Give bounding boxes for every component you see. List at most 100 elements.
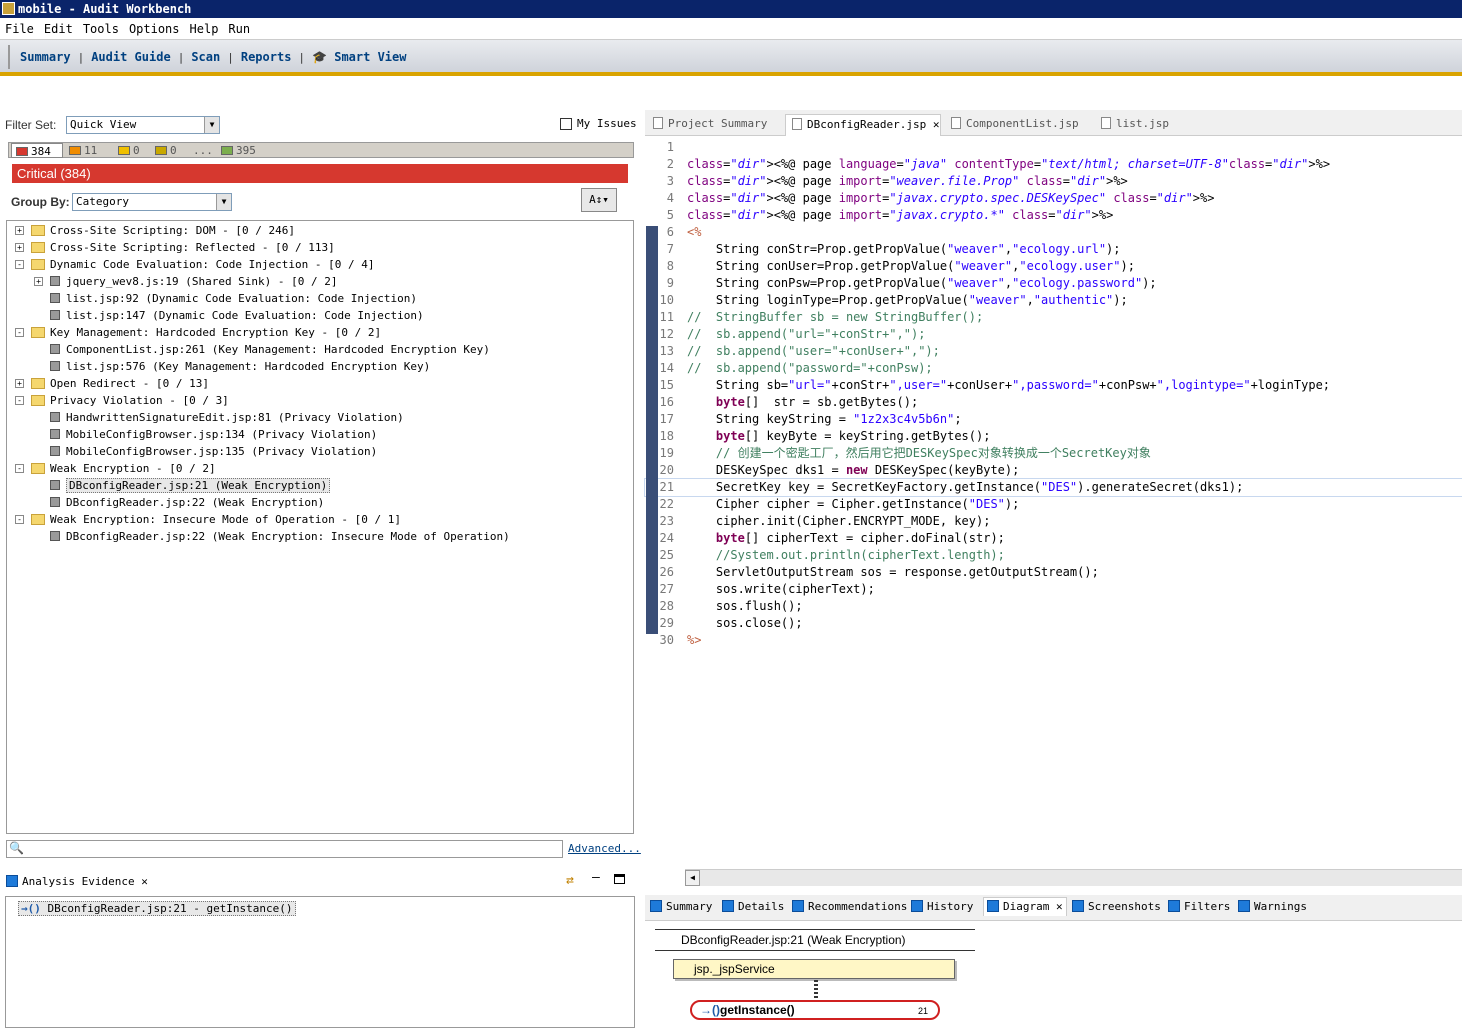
diagram-call-node[interactable]: →() getInstance() 21	[690, 1000, 940, 1020]
close-icon[interactable]: ✕	[933, 118, 940, 131]
code-text: DESKeySpec dks1 = new DESKeySpec(keyByte…	[687, 463, 1020, 477]
evidence-item[interactable]: →() DBconfigReader.jsp:21 - getInstance(…	[18, 901, 296, 916]
menu-file[interactable]: File	[0, 18, 39, 40]
tab-screenshots[interactable]: Screenshots	[1072, 898, 1161, 916]
tab-recommendations[interactable]: Recommendations	[792, 898, 907, 916]
group-by-select[interactable]: Category ▼	[72, 193, 232, 211]
nav-smart-view[interactable]: 🎓 Smart View	[308, 50, 410, 64]
code-line: 22 Cipher cipher = Cipher.getInstance("D…	[645, 496, 1462, 513]
tree-category[interactable]: + Cross-Site Scripting: Reflected - [0 / …	[15, 239, 335, 256]
diagram-call-label: getInstance()	[720, 1003, 795, 1017]
menu-options[interactable]: Options	[124, 18, 185, 40]
tab-filters[interactable]: Filters	[1168, 898, 1230, 916]
tab-summary[interactable]: Summary	[650, 898, 712, 916]
tree-issue[interactable]: DBconfigReader.jsp:22 (Weak Encryption: …	[50, 528, 510, 545]
tree-issue[interactable]: list.jsp:147 (Dynamic Code Evaluation: C…	[50, 307, 424, 324]
tree-label: Privacy Violation - [0 / 3]	[50, 394, 229, 407]
close-icon[interactable]: ✕	[141, 875, 148, 888]
menu-run[interactable]: Run	[223, 18, 255, 40]
code-line: 29 sos.close();	[645, 615, 1462, 632]
search-input[interactable]: 🔍	[6, 840, 563, 858]
tree-label: Key Management: Hardcoded Encryption Key…	[50, 326, 382, 339]
tree-issue[interactable]: MobileConfigBrowser.jsp:134 (Privacy Vio…	[50, 426, 377, 443]
collapse-icon[interactable]: -	[15, 464, 24, 473]
nav-reports[interactable]: Reports	[237, 50, 296, 64]
maximize-icon[interactable]	[614, 874, 625, 884]
code-line: 8 String conUser=Prop.getPropValue("weav…	[645, 258, 1462, 275]
tree-issue[interactable]: list.jsp:92 (Dynamic Code Evaluation: Co…	[50, 290, 417, 307]
tree-category[interactable]: - Weak Encryption - [0 / 2]	[15, 460, 216, 477]
expand-icon[interactable]: +	[34, 277, 43, 286]
tree-category[interactable]: - Weak Encryption: Insecure Mode of Opera…	[15, 511, 401, 528]
filter-set-select[interactable]: Quick View ▼	[66, 116, 220, 134]
tree-issue[interactable]: DBconfigReader.jsp:21 (Weak Encryption)	[50, 477, 331, 494]
tree-label: list.jsp:576 (Key Management: Hardcoded …	[66, 360, 431, 373]
tree-category[interactable]: + Open Redirect - [0 / 13]	[15, 375, 209, 392]
tree-issue[interactable]: + jquery_wev8.js:19 (Shared Sink) - [0 / …	[34, 273, 338, 290]
filter-set-label: Filter Set:	[5, 118, 57, 132]
advanced-search-link[interactable]: Advanced...	[568, 842, 641, 855]
menu-help[interactable]: Help	[185, 18, 224, 40]
code-text: String loginType=Prop.getPropValue("weav…	[687, 293, 1128, 307]
tree-issue[interactable]: list.jsp:576 (Key Management: Hardcoded …	[50, 358, 430, 375]
tab-warnings[interactable]: Warnings	[1238, 898, 1307, 916]
severity-tab[interactable]: 0	[114, 143, 140, 158]
tab-diagram[interactable]: Diagram ✕	[983, 897, 1067, 916]
code-line: 10 String loginType=Prop.getPropValue("w…	[645, 292, 1462, 309]
severity-tab[interactable]: 0	[151, 143, 177, 158]
expand-icon[interactable]: +	[15, 379, 24, 388]
issues-panel: Filter Set: Quick View ▼ My Issues 384 11 0…	[0, 110, 641, 862]
tab-list[interactable]: list.jsp	[1095, 114, 1185, 136]
folder-icon	[31, 378, 45, 389]
close-icon[interactable]: ✕	[1049, 900, 1063, 913]
nav-summary[interactable]: Summary	[16, 50, 75, 64]
expand-icon[interactable]: +	[15, 243, 24, 252]
code-text: SecretKey key = SecretKeyFactory.getInst…	[687, 480, 1244, 494]
severity-tab[interactable]: 395	[217, 143, 256, 158]
horizontal-scrollbar[interactable]: ◀	[685, 869, 1462, 886]
group-by-label: Group By:	[11, 195, 70, 209]
nav-audit-guide[interactable]: Audit Guide	[87, 50, 174, 64]
tab-analysis-evidence[interactable]: Analysis Evidence ✕	[6, 873, 148, 891]
my-issues-checkbox[interactable]	[560, 118, 572, 130]
scroll-left-icon[interactable]: ◀	[685, 870, 700, 886]
menu-tools[interactable]: Tools	[78, 18, 124, 40]
sort-button[interactable]: A↕▾	[581, 188, 617, 212]
collapse-icon[interactable]: -	[15, 396, 24, 405]
tab-details[interactable]: Details	[722, 898, 784, 916]
graduation-cap-icon: 🎓	[312, 50, 327, 64]
tree-issue[interactable]: DBconfigReader.jsp:22 (Weak Encryption)	[50, 494, 324, 511]
sync-icon[interactable]: ⇄	[566, 873, 574, 888]
tree-issue[interactable]: HandwrittenSignatureEdit.jsp:81 (Privacy…	[50, 409, 404, 426]
code-text: // 创建一个密匙工厂，然后用它把DESKeySpec对象转换成一个Secret…	[687, 446, 1151, 460]
diagram-service-box[interactable]: jsp._jspService	[673, 959, 955, 979]
collapse-icon[interactable]: -	[15, 328, 24, 337]
collapse-icon[interactable]: -	[15, 260, 24, 269]
tab-dbconfigreader[interactable]: DBconfigReader.jsp ✕	[785, 114, 941, 136]
code-text: <%	[687, 225, 702, 239]
code-line: 19 // 创建一个密匙工厂，然后用它把DESKeySpec对象转换成一个Sec…	[645, 445, 1462, 462]
code-text: cipher.init(Cipher.ENCRYPT_MODE, key);	[687, 514, 991, 528]
severity-tab[interactable]: ...	[189, 143, 213, 158]
tab-componentlist[interactable]: ComponentList.jsp	[945, 114, 1090, 136]
code-text: // StringBuffer sb = new StringBuffer();	[687, 310, 984, 324]
tab-project-summary[interactable]: Project Summary	[647, 114, 782, 136]
tree-category[interactable]: - Dynamic Code Evaluation: Code Injection…	[15, 256, 375, 273]
code-area[interactable]: 1 2 class="dir"><%@ page language="java" c…	[644, 139, 1462, 869]
tree-category[interactable]: + Cross-Site Scripting: DOM - [0 / 246]	[15, 222, 295, 239]
tab-history[interactable]: History	[911, 898, 973, 916]
expand-icon[interactable]: +	[15, 226, 24, 235]
tree-issue[interactable]: MobileConfigBrowser.jsp:135 (Privacy Vio…	[50, 443, 377, 460]
nav-scan[interactable]: Scan	[187, 50, 224, 64]
tree-category[interactable]: - Key Management: Hardcoded Encryption Ke…	[15, 324, 382, 341]
severity-tab[interactable]: 11	[65, 143, 97, 158]
severity-tab[interactable]: 384	[11, 143, 63, 158]
tree-issue[interactable]: ComponentList.jsp:261 (Key Management: H…	[50, 341, 490, 358]
code-line: 27 sos.write(cipherText);	[645, 581, 1462, 598]
code-text: // sb.append("user="+conUser+",");	[687, 344, 940, 358]
tree-category[interactable]: - Privacy Violation - [0 / 3]	[15, 392, 229, 409]
minimize-icon[interactable]: —	[592, 870, 600, 885]
sub-band	[0, 80, 1462, 110]
menu-edit[interactable]: Edit	[39, 18, 78, 40]
collapse-icon[interactable]: -	[15, 515, 24, 524]
